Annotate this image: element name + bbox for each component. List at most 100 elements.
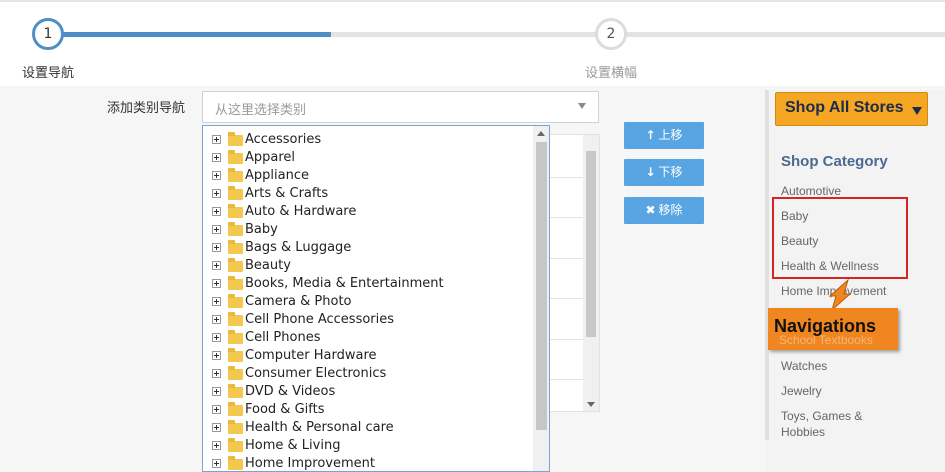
tree-item[interactable]: Arts & Crafts (203, 185, 533, 203)
preview-category-item[interactable]: Automotive (781, 184, 841, 198)
tree-item-label: Food & Gifts (245, 402, 325, 417)
folder-icon (228, 312, 243, 326)
tree-item-label: DVD & Videos (245, 384, 336, 399)
expand-plus-icon[interactable] (212, 279, 221, 288)
preview-category-item[interactable]: Hobbies (781, 425, 825, 439)
tree-item-label: Consumer Electronics (245, 366, 387, 381)
tree-item[interactable]: Baby (203, 221, 533, 239)
list-row-divider (549, 177, 583, 178)
expand-plus-icon[interactable] (212, 153, 221, 162)
scroll-down-icon[interactable] (587, 402, 595, 407)
tree-item[interactable]: Bags & Luggage (203, 239, 533, 257)
expand-plus-icon[interactable] (212, 387, 221, 396)
folder-icon (228, 294, 243, 308)
tree-item-label: Beauty (245, 258, 291, 273)
expand-plus-icon[interactable] (212, 333, 221, 342)
expand-plus-icon[interactable] (212, 351, 221, 360)
tree-item[interactable]: Cell Phone Accessories (203, 311, 533, 329)
tree-item[interactable]: Camera & Photo (203, 293, 533, 311)
expand-plus-icon[interactable] (212, 243, 221, 252)
preview-category-item[interactable]: Jewelry (781, 384, 822, 398)
tree-item-label: Baby (245, 222, 278, 237)
folder-icon (228, 222, 243, 236)
caret-down-icon (912, 107, 922, 115)
expand-plus-icon[interactable] (212, 369, 221, 378)
folder-icon (228, 240, 243, 254)
tree-item-label: Accessories (245, 132, 322, 147)
tree-item[interactable]: Apparel (203, 149, 533, 167)
expand-plus-icon[interactable] (212, 225, 221, 234)
preview-category-item[interactable]: Watches (781, 359, 827, 373)
tree-item-label: Cell Phones (245, 330, 321, 345)
tree-item[interactable]: Consumer Electronics (203, 365, 533, 383)
tree-item[interactable]: Auto & Hardware (203, 203, 533, 221)
folder-icon (228, 384, 243, 398)
tree-item[interactable]: Computer Hardware (203, 347, 533, 365)
move-down-button[interactable]: ↓ 下移 (624, 159, 704, 186)
move-up-button[interactable]: ↑ 上移 (624, 122, 704, 149)
scroll-up-icon[interactable] (537, 131, 545, 136)
expand-plus-icon[interactable] (212, 297, 221, 306)
list-scrollbar-thumb[interactable] (586, 151, 596, 337)
close-icon: ✖ (645, 203, 656, 217)
category-select[interactable]: 从这里选择类别 (202, 91, 599, 123)
folder-icon (228, 330, 243, 344)
tree-item-label: Books, Media & Entertainment (245, 276, 444, 291)
remove-label: 移除 (658, 203, 683, 217)
list-row-divider (549, 339, 583, 340)
tree-item[interactable]: Appliance (203, 167, 533, 185)
tree-item[interactable]: Home Improvement (203, 455, 533, 471)
selected-categories-list[interactable] (548, 134, 600, 412)
tree-item-label: Apparel (245, 150, 296, 165)
tree-item[interactable]: Books, Media & Entertainment (203, 275, 533, 293)
preview-category-item[interactable]: Toys, Games & (781, 409, 862, 423)
preview-category-item-faded: School Textbooks (779, 333, 873, 347)
tree-item-label: Computer Hardware (245, 348, 377, 363)
step-1-circle[interactable]: 1 (32, 18, 64, 50)
folder-icon (228, 186, 243, 200)
expand-plus-icon[interactable] (212, 459, 221, 468)
expand-plus-icon[interactable] (212, 261, 221, 270)
tree-item[interactable]: Food & Gifts (203, 401, 533, 419)
expand-plus-icon[interactable] (212, 315, 221, 324)
tree-item-label: Auto & Hardware (245, 204, 357, 219)
expand-plus-icon[interactable] (212, 441, 221, 450)
category-tree-dropdown[interactable]: Accessories Apparel Appliance Arts & Crafts… (202, 125, 550, 472)
remove-button[interactable]: ✖ 移除 (624, 197, 704, 224)
step-1-label: 设置导航 (22, 66, 75, 81)
tree-item[interactable]: Cell Phones (203, 329, 533, 347)
folder-icon (228, 348, 243, 362)
tree-item-label: Camera & Photo (245, 294, 352, 309)
expand-plus-icon[interactable] (212, 135, 221, 144)
step-2-circle[interactable]: 2 (595, 18, 627, 50)
tree-item[interactable]: DVD & Videos (203, 383, 533, 401)
expand-plus-icon[interactable] (212, 171, 221, 180)
tree-item-label: Home Improvement (245, 456, 375, 471)
arrow-down-icon: ↓ (645, 165, 656, 179)
tree-scrollbar-thumb[interactable] (536, 142, 547, 430)
shop-all-stores-button[interactable]: Shop All Stores (775, 92, 928, 126)
expand-plus-icon[interactable] (212, 405, 221, 414)
tree-item-label: Arts & Crafts (245, 186, 329, 201)
expand-plus-icon[interactable] (212, 189, 221, 198)
tree-item-label: Appliance (245, 168, 309, 183)
tree-item-label: Home & Living (245, 438, 341, 453)
tree-item-label: Bags & Luggage (245, 240, 352, 255)
tree-scrollbar[interactable] (533, 126, 549, 471)
top-border (0, 0, 945, 2)
folder-icon (228, 204, 243, 218)
tree-item-label: Health & Personal care (245, 420, 394, 435)
stepper-progress (48, 32, 331, 37)
tree-item[interactable]: Health & Personal care (203, 419, 533, 437)
tree-item[interactable]: Home & Living (203, 437, 533, 455)
move-down-label: 下移 (658, 165, 683, 179)
expand-plus-icon[interactable] (212, 207, 221, 216)
list-row-divider (549, 298, 583, 299)
expand-plus-icon[interactable] (212, 423, 221, 432)
move-up-label: 上移 (658, 128, 683, 142)
folder-icon (228, 438, 243, 452)
tree-item[interactable]: Beauty (203, 257, 533, 275)
tree-item[interactable]: Accessories (203, 131, 533, 149)
folder-icon (228, 168, 243, 182)
list-row-divider (549, 379, 583, 380)
